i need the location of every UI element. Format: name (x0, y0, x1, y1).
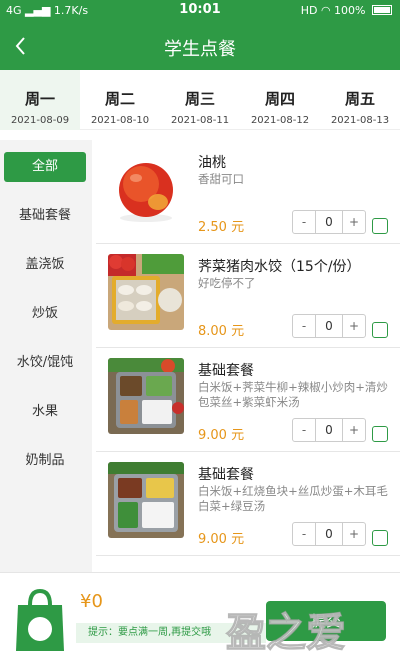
quantity-value[interactable]: 0 (315, 419, 343, 441)
nectarine-image (108, 150, 184, 226)
item-description: 白米饭+荠菜牛柳+辣椒小炒肉+清炒包菜丝+紫菜虾米汤 (198, 380, 388, 409)
category-basic-set[interactable]: 基础套餐 (4, 201, 86, 231)
decrease-button[interactable]: - (293, 419, 315, 441)
list-item: 基础套餐 白米饭+红烧鱼块+丝瓜炒蛋+木耳毛白菜+绿豆汤 9.00 元 - 0 … (96, 452, 400, 556)
set-meal-image (108, 358, 184, 434)
tab-date-label: 2021-08-09 (10, 115, 70, 126)
tab-day-label: 周四 (264, 90, 295, 108)
decrease-button[interactable]: - (293, 211, 315, 233)
increase-button[interactable]: + (343, 211, 365, 233)
tab-date-label: 2021-08-12 (250, 115, 310, 126)
tab-wednesday[interactable]: 周三 2021-08-11 (160, 70, 240, 130)
item-description: 好吃停不了 (198, 276, 256, 290)
wifi-icon: ◠ (320, 4, 331, 17)
select-checkbox[interactable] (372, 322, 388, 338)
quantity-stepper: - 0 + (292, 418, 366, 442)
item-image (108, 462, 184, 538)
tab-thursday[interactable]: 周四 2021-08-12 (240, 70, 320, 130)
item-image (108, 358, 184, 434)
item-name: 基础套餐 (198, 467, 254, 483)
tab-date-label: 2021-08-10 (90, 115, 150, 126)
select-checkbox[interactable] (372, 218, 388, 234)
category-dairy[interactable]: 奶制品 (4, 446, 86, 476)
total-amount: ¥0 (80, 591, 103, 612)
item-price: 2.50 元 (198, 220, 245, 235)
quantity-stepper: - 0 + (292, 210, 366, 234)
quantity-stepper: - 0 + (292, 522, 366, 546)
shopping-bag-icon[interactable] (14, 587, 66, 653)
item-name: 基础套餐 (198, 363, 254, 379)
category-fruit[interactable]: 水果 (4, 397, 86, 427)
category-rice-bowl[interactable]: 盖浇饭 (4, 250, 86, 280)
menu-list: 油桃 香甜可口 2.50 元 - 0 + 荠菜猪肉水饺（15个/份） 好吃停不了… (96, 140, 400, 572)
category-sidebar: 全部 基础套餐 盖浇饭 炒饭 水饺/馄饨 水果 奶制品 (0, 140, 92, 572)
tab-day-label: 周二 (104, 90, 135, 108)
submit-button[interactable]: 提交 (266, 601, 386, 641)
increase-button[interactable]: + (343, 419, 365, 441)
item-name: 油桃 (198, 155, 226, 171)
select-checkbox[interactable] (372, 530, 388, 546)
item-image (108, 150, 184, 226)
select-checkbox[interactable] (372, 426, 388, 442)
category-fried-rice[interactable]: 炒饭 (4, 299, 86, 329)
decrease-button[interactable]: - (293, 523, 315, 545)
quantity-value[interactable]: 0 (315, 211, 343, 233)
category-all[interactable]: 全部 (4, 152, 86, 182)
item-name: 荠菜猪肉水饺（15个/份） (198, 259, 361, 275)
tab-date-label: 2021-08-11 (170, 115, 230, 126)
item-price: 9.00 元 (198, 428, 245, 443)
dumplings-image (108, 254, 184, 330)
tab-day-label: 周五 (344, 90, 375, 108)
tab-date-label: 2021-08-13 (330, 115, 390, 126)
order-tip: 提示：要点满一周,再提交哦 (76, 623, 266, 643)
increase-button[interactable]: + (343, 523, 365, 545)
item-price: 8.00 元 (198, 324, 245, 339)
item-image (108, 254, 184, 330)
item-description: 香甜可口 (198, 172, 244, 186)
tab-tuesday[interactable]: 周二 2021-08-10 (80, 70, 160, 130)
status-bar: 4G ▂▄▆ 1.7K/s 10:01 HD ◠ 100% (0, 0, 400, 22)
cart-footer: ¥0 提示：要点满一周,再提交哦 提交 (0, 572, 400, 666)
category-dumplings[interactable]: 水饺/馄饨 (4, 348, 86, 378)
tab-day-label: 周三 (184, 90, 215, 108)
decrease-button[interactable]: - (293, 315, 315, 337)
hd-indicator: HD (300, 4, 318, 17)
quantity-value[interactable]: 0 (315, 523, 343, 545)
app-header: 学生点餐 (0, 22, 400, 70)
tab-friday[interactable]: 周五 2021-08-13 (320, 70, 400, 130)
quantity-stepper: - 0 + (292, 314, 366, 338)
quantity-value[interactable]: 0 (315, 315, 343, 337)
tab-day-label: 周一 (24, 90, 55, 108)
item-price: 9.00 元 (198, 532, 245, 547)
battery-icon (372, 5, 392, 15)
set-meal-image (108, 462, 184, 538)
increase-button[interactable]: + (343, 315, 365, 337)
list-item: 荠菜猪肉水饺（15个/份） 好吃停不了 8.00 元 - 0 + (96, 244, 400, 348)
list-item: 基础套餐 白米饭+荠菜牛柳+辣椒小炒肉+清炒包菜丝+紫菜虾米汤 9.00 元 -… (96, 348, 400, 452)
item-description: 白米饭+红烧鱼块+丝瓜炒蛋+木耳毛白菜+绿豆汤 (198, 484, 388, 513)
week-tabs: 周一 2021-08-09 周二 2021-08-10 周三 2021-08-1… (0, 70, 400, 130)
tab-monday[interactable]: 周一 2021-08-09 (0, 70, 80, 130)
page-title: 学生点餐 (164, 39, 236, 60)
list-item: 油桃 香甜可口 2.50 元 - 0 + (96, 140, 400, 244)
battery-level: 100% (334, 4, 366, 17)
